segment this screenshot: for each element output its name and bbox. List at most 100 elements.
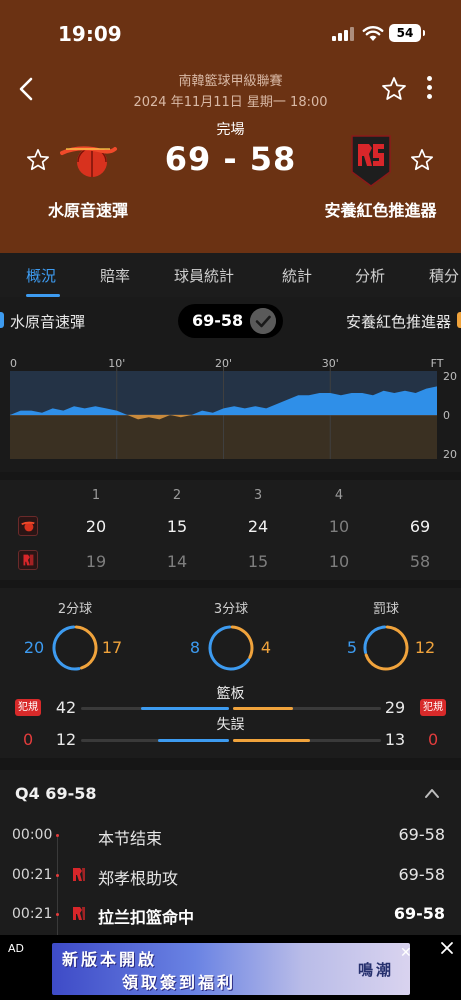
away-q3: 15: [247, 552, 269, 571]
favorite-home-team-star-icon[interactable]: [26, 148, 50, 172]
away-q1: 19: [85, 552, 107, 571]
ad-banner[interactable]: 新版本開啟 領取簽到福利 鳴潮 ✕: [52, 943, 410, 995]
chart-x-tick: 0: [10, 357, 17, 370]
away-q2: 14: [166, 552, 188, 571]
quarter-header: 2: [172, 488, 182, 503]
ring-3pt: [208, 625, 254, 671]
ring-home-arc: [208, 625, 251, 671]
home-q3: 24: [247, 517, 269, 536]
away-team-logo-small: [18, 550, 38, 570]
away-q4: 10: [328, 552, 350, 571]
tab-analysis[interactable]: 分析: [355, 265, 385, 286]
tab-overview[interactable]: 概況: [26, 265, 56, 286]
favorite-match-star-icon[interactable]: [381, 76, 407, 102]
away-turnovers-track: [233, 739, 381, 742]
home-q2: 15: [166, 517, 188, 536]
ad-inner-close-icon[interactable]: ✕: [400, 945, 410, 961]
home-total: 69: [409, 517, 431, 536]
summary-away-team: 安養紅色推進器: [345, 313, 451, 331]
chart-x-tick: 10': [108, 357, 125, 370]
event-dot: [56, 913, 59, 916]
event-score: 69-58: [393, 904, 445, 923]
home-fouls: 0: [23, 730, 34, 749]
away-rebounds-bar: [233, 707, 294, 710]
chevron-up-icon[interactable]: [424, 786, 440, 800]
home-team-name[interactable]: 水原音速彈: [0, 197, 176, 221]
cellular-signal-icon: [332, 27, 354, 41]
ring-2pt: [52, 625, 98, 671]
clock: 19:09: [58, 22, 122, 46]
timeline-line: [57, 837, 58, 935]
away-team-logo[interactable]: [348, 132, 394, 188]
quarter-header: 1: [91, 488, 101, 503]
away-team-event-icon: [73, 868, 85, 881]
stat-label-2pt: 2分球: [57, 602, 93, 617]
event-time: 00:00: [12, 827, 53, 843]
chart-y-tick: 20: [443, 448, 457, 461]
ring-home-arc: [52, 625, 81, 671]
home-color-marker: [0, 312, 4, 328]
play-by-play-title[interactable]: Q4 69-58: [15, 784, 96, 803]
favorite-away-team-star-icon[interactable]: [410, 148, 434, 172]
ring-away-arc: [74, 625, 98, 670]
home-q4: 10: [328, 517, 350, 536]
wifi-icon: [362, 26, 384, 41]
home-ft: 5: [346, 638, 358, 657]
quarter-scores-table: 1 2 3 4 20 15 24 10 69 19 14 15 10 58: [0, 480, 461, 580]
home-turnovers-track: [81, 739, 229, 742]
check-icon: [250, 308, 276, 334]
tab-stats[interactable]: 統計: [282, 265, 312, 286]
momentum-chart-svg: 0 10' 20' 30' FT20020: [10, 357, 457, 461]
event-dot: [56, 834, 59, 837]
match-header: 19:09 54 南韓籃球甲級聯賽 2024 年11月11日 星期一 18:00…: [0, 0, 461, 253]
event-text: 本节结束: [98, 829, 163, 848]
close-ad-icon[interactable]: [439, 940, 455, 956]
home-team-logo[interactable]: [58, 135, 118, 185]
chart-y-tick: 20: [443, 370, 457, 383]
event-score: 69-58: [398, 825, 446, 844]
away-team-name[interactable]: 安養紅色推進器: [300, 197, 461, 221]
score-pill[interactable]: 69-58: [178, 304, 283, 338]
event-text: 拉兰扣篮命中: [98, 908, 195, 927]
away-fouls: 0: [428, 730, 439, 749]
tab-standings[interactable]: 積分: [429, 265, 459, 286]
ad-headline: 新版本開啟: [62, 950, 158, 969]
chart-y-tick: 0: [443, 409, 450, 422]
quarter-header: 4: [334, 488, 344, 503]
home-q1: 20: [85, 517, 107, 536]
away-total: 58: [409, 552, 431, 571]
stat-label-3pt: 3分球: [213, 602, 249, 617]
team-stats: 2分球 3分球 罰球 20 17 8 4 5 12 籃板 犯規 42 29 犯規…: [0, 588, 461, 758]
summary-score: 69-58: [192, 311, 244, 330]
quarter-header: 3: [253, 488, 263, 503]
event-dot: [56, 874, 59, 877]
away-turnovers: 13: [384, 730, 406, 749]
away-rebounds-track: [233, 707, 381, 710]
away-team-event-icon: [73, 907, 85, 920]
play-by-play: Q4 69-58 00:00 本节结束 69-58 00:21 郑孝根助攻 69…: [0, 770, 461, 935]
event-time: 00:21: [12, 867, 53, 883]
event-score: 69-58: [398, 865, 446, 884]
away-color-marker: [457, 312, 461, 328]
away-2pt: 17: [101, 638, 123, 657]
chart-x-tick: 30': [322, 357, 339, 370]
home-team-logo-small: [18, 516, 38, 536]
home-turnovers-bar: [157, 739, 229, 742]
home-3pt: 8: [189, 638, 201, 657]
more-options-icon[interactable]: [424, 76, 434, 102]
event-text: 郑孝根助攻: [98, 869, 179, 888]
ad-brand: 鳴潮: [358, 961, 395, 979]
stat-label-ft: 罰球: [372, 602, 399, 617]
score-summary: 水原音速彈 69-58 安養紅色推進器: [0, 297, 461, 347]
chart-x-tick: FT: [431, 357, 444, 370]
ad-subline: 領取簽到福利: [122, 973, 237, 992]
ring-home-arc: [363, 625, 387, 655]
home-rebounds-track: [81, 707, 229, 710]
tab-odds[interactable]: 賠率: [100, 265, 130, 286]
summary-home-team: 水原音速彈: [10, 313, 86, 331]
away-ft: 12: [414, 638, 436, 657]
tab-player-stats[interactable]: 球員統計: [174, 265, 234, 286]
home-turnovers: 12: [55, 730, 77, 749]
away-3pt: 4: [260, 638, 272, 657]
event-time: 00:21: [12, 906, 53, 922]
